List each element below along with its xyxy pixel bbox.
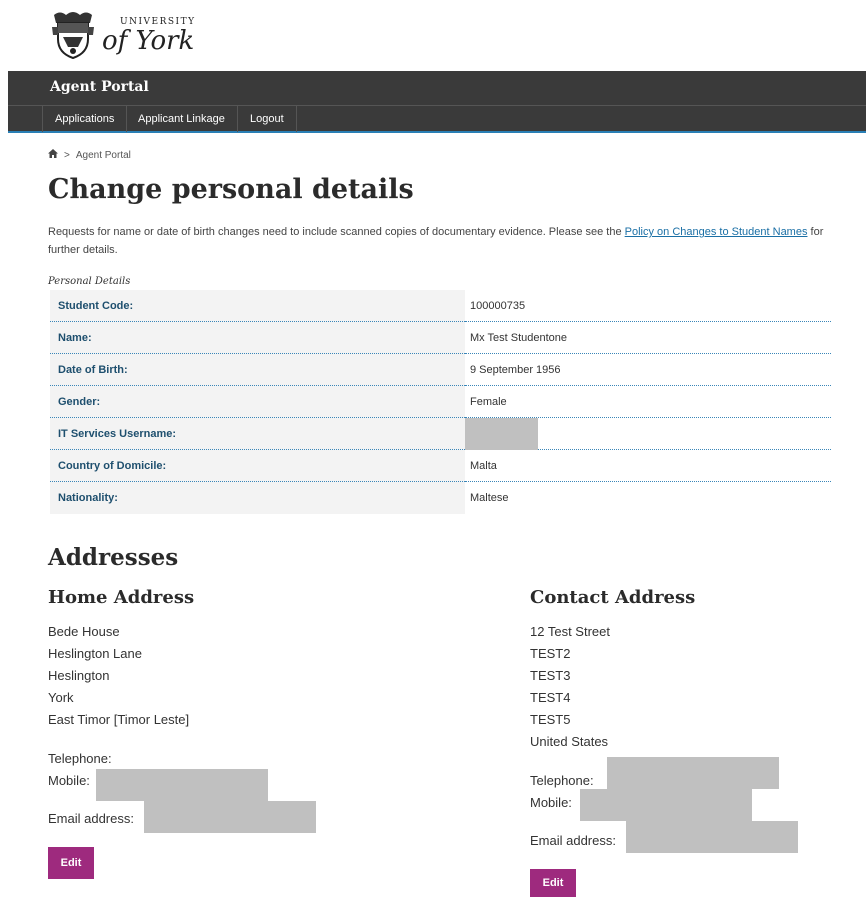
breadcrumb-separator: > [64,149,70,161]
home-telephone-label: Telephone: [48,751,112,766]
address-line: Heslington Lane [48,646,142,661]
redacted-home-mobile [96,769,268,801]
breadcrumb: > Agent Portal [48,149,131,161]
table-row: Gender: Female [50,386,831,418]
address-line: TEST4 [530,690,571,705]
portal-title[interactable]: Agent Portal [50,79,149,95]
policy-link[interactable]: Policy on Changes to Student Names [625,226,808,238]
redacted-home-email [144,801,316,833]
contact-edit-button[interactable]: Edit [530,869,576,897]
logo-york-text: of York [102,26,195,56]
address-line: United States [530,734,609,749]
detail-label: Name: [50,322,465,354]
addresses-heading: Addresses [48,544,179,571]
personal-details-table: Student Code: 100000735 Name: Mx Test St… [50,290,831,514]
address-line: East Timor [Timor Leste] [48,712,190,727]
detail-label: IT Services Username: [50,418,465,450]
detail-label: Gender: [50,386,465,418]
detail-label: Nationality: [50,482,465,514]
home-edit-button[interactable]: Edit [48,847,94,879]
home-mobile-label: Mobile: [48,773,90,788]
address-line: TEST3 [530,668,571,683]
detail-value: Female [465,386,831,418]
table-row: Nationality: Maltese [50,482,831,514]
detail-value: 100000735 [465,290,831,322]
detail-label: Country of Domicile: [50,450,465,482]
redacted-contact-telephone [607,757,779,789]
nav-applicant-linkage[interactable]: Applicant Linkage [126,106,238,132]
address-line: TEST2 [530,646,571,661]
page-title: Change personal details [48,174,414,205]
table-row: IT Services Username: [50,417,831,450]
contact-mobile-label: Mobile: [530,795,572,810]
address-line: 12 Test Street [530,624,610,639]
contact-address-heading: Contact Address [530,587,696,608]
address-line: York [48,690,74,705]
detail-value: 9 September 1956 [465,354,831,386]
contact-email-label: Email address: [530,833,616,848]
contact-address-lines: 12 Test Street TEST2 TEST3 TEST4 TEST5 U… [530,621,610,753]
intro-text-start: Requests for name or date of birth chang… [48,226,625,238]
home-address-lines: Bede House Heslington Lane Heslington Yo… [48,621,189,731]
detail-value: Malta [465,450,831,482]
address-line: TEST5 [530,712,571,727]
detail-value: Maltese [470,492,509,504]
address-line: Heslington [48,668,110,683]
detail-value [465,417,831,450]
intro-text: Requests for name or date of birth chang… [48,223,838,259]
nav-applications[interactable]: Applications [42,106,128,132]
home-email-label: Email address: [48,811,134,826]
contact-telephone-label: Telephone: [530,773,594,788]
york-crest-icon [52,12,94,59]
table-row: Name: Mx Test Studentone [50,322,831,354]
redacted-contact-email [626,821,798,853]
redacted-username [465,417,538,450]
nav-logout[interactable]: Logout [238,106,297,132]
address-line: Bede House [48,624,120,639]
detail-value: Mx Test Studentone [465,322,831,354]
main-nav: Applications Applicant Linkage Logout [8,105,866,133]
detail-label: Date of Birth: [50,354,465,386]
university-logo[interactable]: UNIVERSITY of York [50,6,196,62]
table-row: Country of Domicile: Malta [50,450,831,482]
redacted-contact-mobile [580,789,752,821]
table-row: Date of Birth: 9 September 1956 [50,354,831,386]
portal-header: Agent Portal [8,71,866,105]
home-address-heading: Home Address [48,587,195,608]
home-icon[interactable] [48,149,58,161]
table-row: Student Code: 100000735 [50,290,831,322]
detail-label: Student Code: [50,290,465,322]
details-caption: Personal Details [48,276,131,287]
breadcrumb-current: Agent Portal [75,149,131,161]
